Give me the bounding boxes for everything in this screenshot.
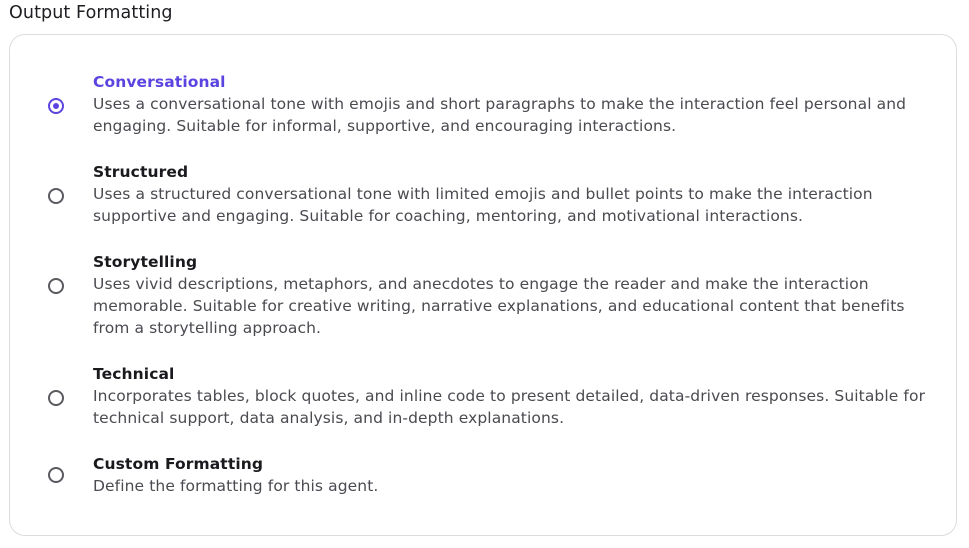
option-description: Define the formatting for this agent. — [93, 477, 379, 495]
radio-button-storytelling[interactable] — [48, 278, 64, 294]
option-technical[interactable]: Technical Incorporates tables, block quo… — [10, 363, 958, 429]
section-title: Output Formatting — [9, 3, 173, 23]
radio-button-custom-formatting[interactable] — [48, 467, 64, 483]
option-description: Incorporates tables, block quotes, and i… — [93, 387, 926, 427]
output-formatting-radio-group: Conversational Uses a conversational ton… — [9, 34, 957, 536]
option-title: Conversational — [93, 73, 226, 91]
option-description: Uses a conversational tone with emojis a… — [93, 95, 907, 135]
option-structured[interactable]: Structured Uses a structured conversatio… — [10, 161, 958, 227]
radio-button-conversational[interactable] — [48, 98, 64, 114]
option-structured-text: Structured Uses a structured conversatio… — [93, 161, 943, 227]
option-storytelling-text: Storytelling Uses vivid descriptions, me… — [93, 251, 943, 339]
radio-button-structured[interactable] — [48, 188, 64, 204]
option-title: Storytelling — [93, 253, 198, 271]
option-storytelling[interactable]: Storytelling Uses vivid descriptions, me… — [10, 251, 958, 339]
option-description: Uses a structured conversational tone wi… — [93, 185, 873, 225]
radio-button-technical[interactable] — [48, 390, 64, 406]
option-conversational[interactable]: Conversational Uses a conversational ton… — [10, 71, 958, 137]
option-conversational-text: Conversational Uses a conversational ton… — [93, 71, 943, 137]
option-technical-text: Technical Incorporates tables, block quo… — [93, 363, 943, 429]
option-title: Structured — [93, 163, 189, 181]
option-title: Custom Formatting — [93, 455, 264, 473]
option-description: Uses vivid descriptions, metaphors, and … — [93, 275, 905, 337]
option-title: Technical — [93, 365, 175, 383]
option-custom-formatting[interactable]: Custom Formatting Define the formatting … — [10, 453, 958, 497]
option-custom-formatting-text: Custom Formatting Define the formatting … — [93, 453, 943, 497]
